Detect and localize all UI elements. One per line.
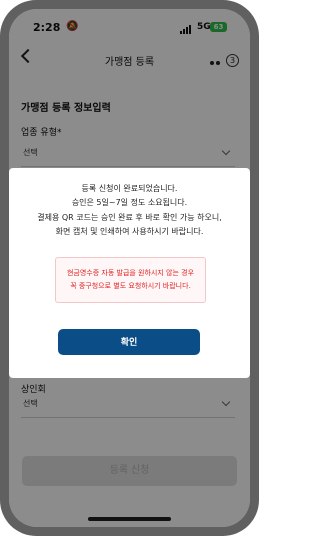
dialog-message-line: 화면 캡처 및 인쇄하여 사용하시기 바랍니다. [55,227,204,236]
home-indicator [88,517,171,521]
screen: 2:28 🔕 5G 63 가맹점 등록 3 가맹점 등록 정보입력 업종 유형*… [9,9,250,527]
dialog-message-line: 승인은 5일~7일 정도 소요됩니다. [71,198,188,207]
notice-line: 꼭 중구청으로 별도 요청하시기 바랍니다. [70,282,191,290]
dialog-message-line: 결제용 QR 코드는 승인 완료 후 바로 확인 가능 하오니, [37,213,222,222]
confirm-button[interactable]: 확인 [58,329,200,355]
dialog-message-line: 등록 신청이 완료되었습니다. [81,184,178,193]
notice-line: 현금영수증 자동 발급을 원하시지 않는 경우 [66,269,195,277]
completion-dialog: 등록 신청이 완료되었습니다. 승인은 5일~7일 정도 소요됩니다. 결제용 … [9,168,250,378]
device-frame: 2:28 🔕 5G 63 가맹점 등록 3 가맹점 등록 정보입력 업종 유형*… [0,0,259,536]
warning-notice: 현금영수증 자동 발급을 원하시지 않는 경우 꼭 중구청으로 별도 요청하시기… [55,257,206,303]
